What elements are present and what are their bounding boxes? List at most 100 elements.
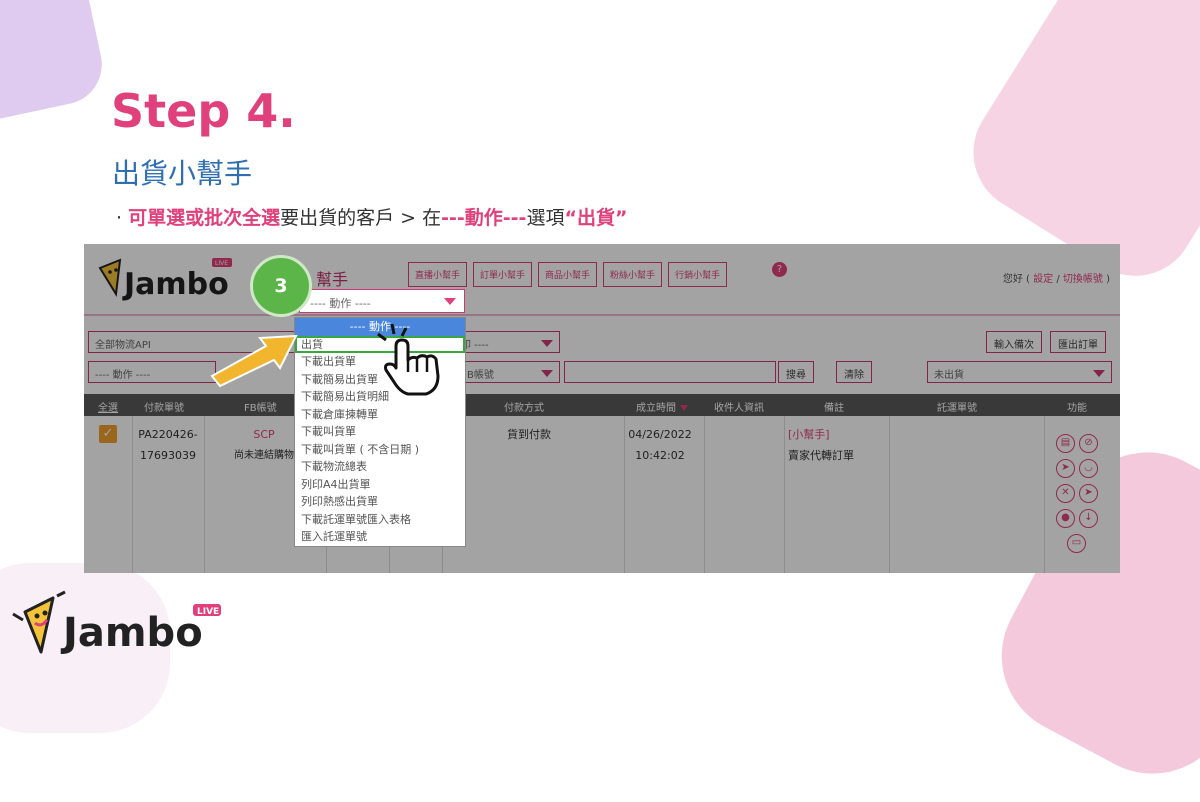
nav-live-helper[interactable]: 直播小幫手 (408, 262, 468, 287)
column-divider (784, 416, 785, 573)
live-badge: LIVE (197, 607, 219, 617)
settings-link[interactable]: 設定 (1033, 274, 1053, 285)
clear-button[interactable]: 清除 (836, 361, 872, 383)
dropdown-option[interactable]: 列印A4出貨單 (295, 476, 465, 494)
shipping-status-value: 未出貨 (934, 370, 964, 381)
sort-icon (680, 405, 688, 411)
remark-header: 備註 (824, 403, 844, 414)
column-divider (1044, 416, 1045, 573)
tracking-no-header: 託運單號 (937, 403, 977, 414)
action-select[interactable]: ---- 動作 ---- (299, 289, 465, 313)
select-all-header[interactable]: 全選 (98, 399, 118, 414)
download-icon[interactable]: ↓ (1079, 509, 1098, 528)
svg-text:Jambo: Jambo (122, 267, 229, 302)
instruction-highlight-select: 可單選或批次全選 (128, 207, 281, 229)
instruction-text-part: 選項 (526, 207, 565, 229)
instruction-highlight-ship: “出貨” (564, 207, 628, 229)
clipboard-icon[interactable]: ▤ (1056, 434, 1075, 453)
help-icon[interactable]: ? (772, 262, 787, 277)
payment-method-header: 付款方式 (504, 403, 544, 414)
chat-icon[interactable]: ● (1056, 509, 1075, 528)
box-icon[interactable]: ▭ (1067, 534, 1086, 553)
action-select-value: ---- 動作 ---- (310, 297, 371, 310)
created-time: 04/26/2022 10:42:02 (620, 424, 700, 466)
export-orders-button[interactable]: 匯出訂單 (1050, 331, 1106, 353)
print-select[interactable]: 印 ---- (454, 331, 560, 353)
nav-marketing-helper[interactable]: 行銷小幫手 (668, 262, 728, 287)
column-divider (889, 416, 890, 573)
truck-icon[interactable]: ➤ (1056, 459, 1075, 478)
switch-account-link[interactable]: 切換帳號 (1063, 274, 1103, 285)
page-heading: 幫手 (316, 270, 349, 289)
user-greeting: 您好 ( 設定 / 切換帳號 ) (1003, 270, 1110, 285)
instruction-text-part: 要出貨的客戶 > 在 (280, 207, 442, 229)
orders-table-header: 全選 付款單號 FB帳號 付款方式 成立時間 收件人資訊 備註 託運單號 功能 (84, 394, 1120, 416)
created-date: 04/26/2022 (628, 428, 692, 441)
import-button[interactable]: 輸入備次 (986, 331, 1042, 353)
basket-icon[interactable]: ◡ (1079, 459, 1098, 478)
column-divider (704, 416, 705, 573)
logistics-select-value: 全部物流API (95, 340, 151, 351)
greeting-prefix: 您好 ( (1002, 274, 1030, 285)
background-blob-top-left (0, 0, 110, 122)
fb-account-select-value: B帳號 (467, 370, 494, 381)
pointing-arrow-icon (210, 334, 298, 388)
dropdown-option[interactable]: 列印熱感出貨單 (295, 493, 465, 511)
fb-account-header: FB帳號 (244, 403, 277, 414)
nav-fan-helper[interactable]: 粉絲小幫手 (603, 262, 663, 287)
instruction-highlight-action: ---動作--- (441, 207, 527, 229)
payment-number-line2: 17693039 (140, 449, 196, 462)
app-topbar: Jambo LIVE 幫手 直播小幫手 訂單小幫手 商品小幫手 粉絲小幫手 行銷… (84, 244, 1120, 314)
fb-account-select[interactable]: B帳號 (460, 361, 560, 383)
functions-header: 功能 (1067, 403, 1087, 414)
jambo-logo: Jambo LIVE (12, 590, 221, 656)
step-title: Step 4. (111, 84, 296, 138)
column-divider (132, 416, 133, 573)
app-screenshot: Jambo LIVE 幫手 直播小幫手 訂單小幫手 商品小幫手 粉絲小幫手 行銷… (84, 244, 1120, 573)
chevron-down-icon (541, 340, 553, 347)
greeting-separator: / (1056, 274, 1060, 285)
created-clock: 10:42:02 (635, 449, 685, 462)
live-badge-small: LIVE (215, 260, 228, 267)
dropdown-option[interactable]: 下載倉庫揀轉單 (295, 406, 465, 424)
search-button[interactable]: 搜尋 (778, 361, 814, 383)
chevron-down-icon (1093, 370, 1105, 377)
hand-click-icon (377, 323, 440, 396)
created-time-label: 成立時間 (636, 403, 676, 414)
remark-tag: [小幫手] (788, 428, 830, 441)
table-row: ✓ PA220426- 17693039 SCP 尚未連結購物 貨到付款 04/… (84, 416, 1120, 573)
search-input[interactable] (564, 361, 776, 383)
greeting-suffix: ) (1106, 274, 1110, 285)
remark-cell: [小幫手] 賣家代轉訂單 (788, 424, 858, 466)
payment-method: 貨到付款 (507, 428, 551, 441)
instruction-text: · 可單選或批次全選要出貨的客戶 > 在---動作---選項“出貨” (116, 203, 627, 230)
header-divider (84, 314, 1120, 316)
jambo-logo-small: Jambo LIVE (98, 258, 232, 302)
nav-product-helper[interactable]: 商品小幫手 (538, 262, 598, 287)
dropdown-option[interactable]: 下載叫貨單 (295, 423, 465, 441)
dropdown-option[interactable]: 下載物流總表 (295, 458, 465, 476)
dropdown-option[interactable]: 下載叫貨單 ( 不含日期 ) (295, 441, 465, 459)
payment-number: PA220426- 17693039 (136, 424, 200, 466)
action-select-secondary-value: ---- 動作 ---- (95, 370, 151, 381)
cancel-icon[interactable]: ⊘ (1079, 434, 1098, 453)
action-select-secondary[interactable]: ---- 動作 ---- (88, 361, 216, 383)
delivery-icon[interactable]: ➤ (1079, 484, 1098, 503)
chevron-down-icon (541, 370, 553, 377)
payment-no-header: 付款單號 (144, 403, 184, 414)
remark-text: 賣家代轉訂單 (788, 449, 854, 462)
row-checkbox[interactable]: ✓ (99, 425, 117, 443)
row-actions: ▤ ⊘ ➤ ◡ ✕ ➤ ● ↓ ▭ (1054, 430, 1114, 555)
helper-nav: 直播小幫手 訂單小幫手 商品小幫手 粉絲小幫手 行銷小幫手 (408, 262, 728, 287)
trash-icon[interactable]: ✕ (1056, 484, 1075, 503)
dropdown-option[interactable]: 匯入託運單號 (295, 528, 465, 546)
shipping-status-select[interactable]: 未出貨 (927, 361, 1112, 383)
nav-order-helper[interactable]: 訂單小幫手 (473, 262, 533, 287)
brand-name: Jambo (60, 610, 203, 656)
created-time-header[interactable]: 成立時間 (636, 399, 688, 414)
recipient-header: 收件人資訊 (714, 403, 764, 414)
step-number-badge: 3 (250, 255, 312, 317)
dropdown-option[interactable]: 下載託運單號匯入表格 (295, 511, 465, 529)
section-subtitle: 出貨小幫手 (112, 157, 253, 190)
payment-number-line1: PA220426- (138, 428, 198, 441)
